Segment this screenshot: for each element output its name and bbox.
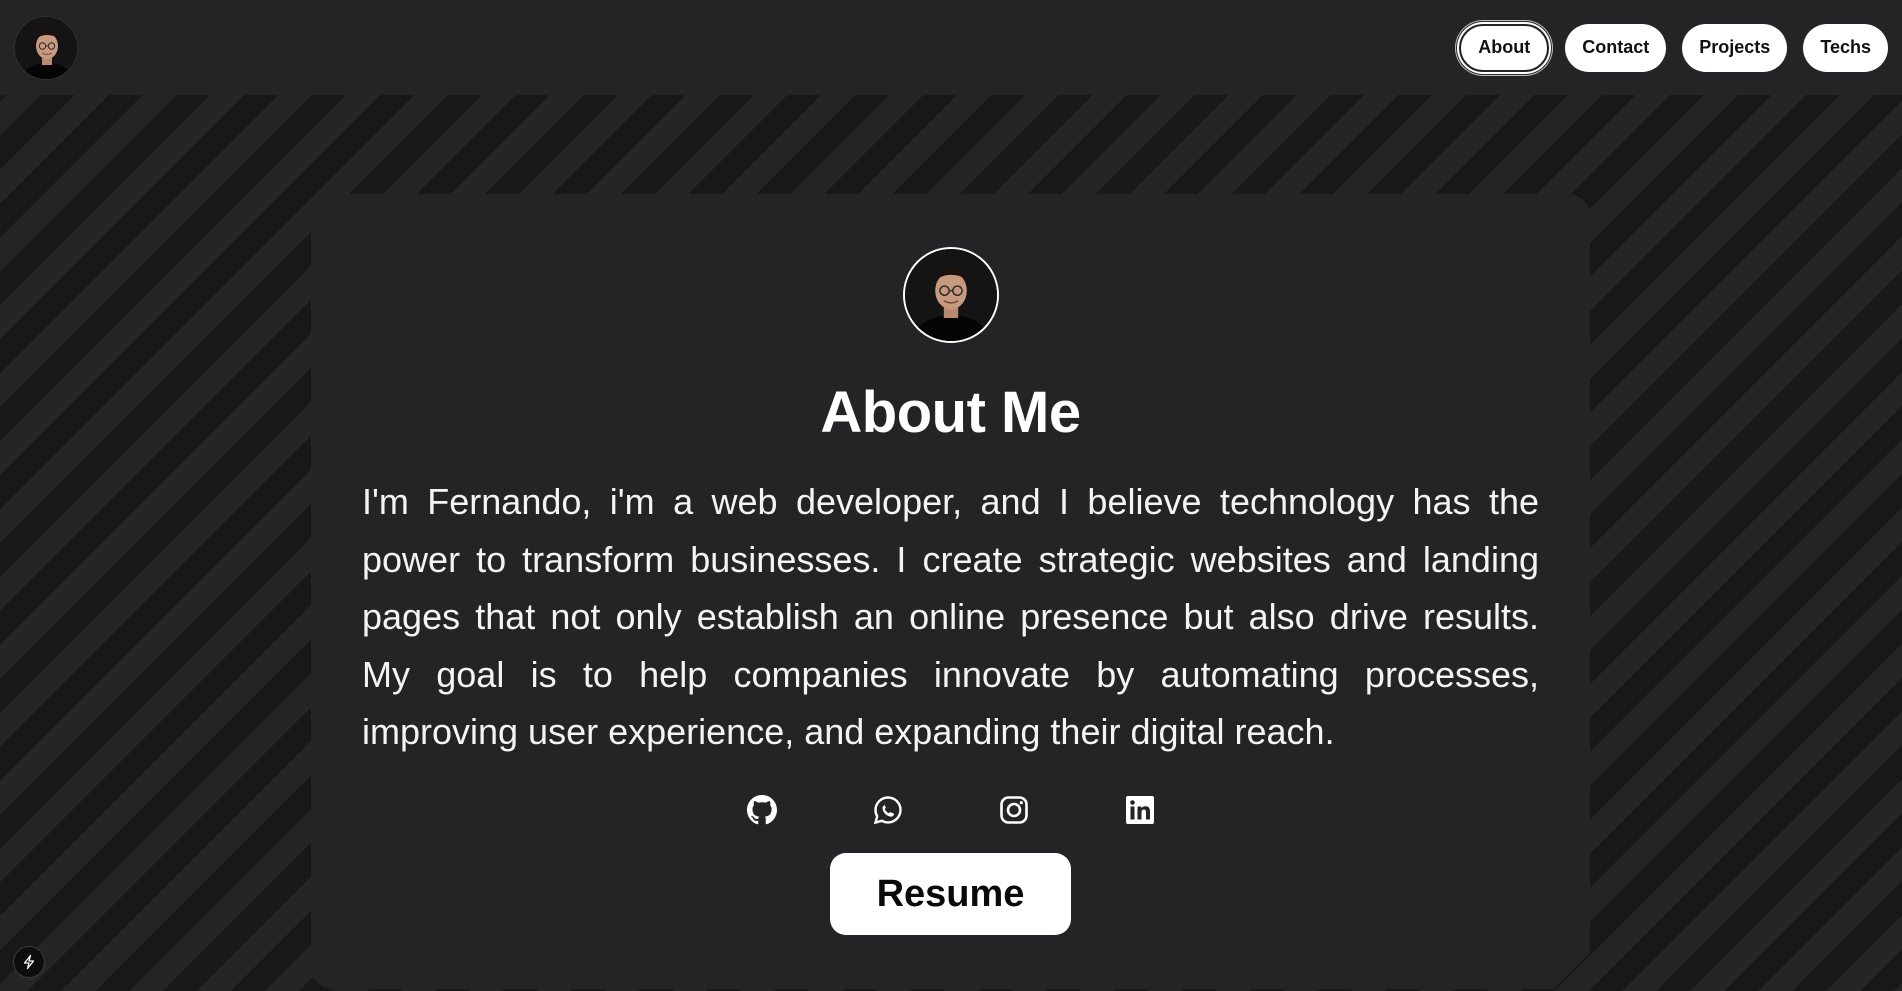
social-links (311, 794, 1590, 826)
header-avatar[interactable] (14, 15, 78, 80)
profile-avatar (903, 247, 999, 343)
page-title: About Me (820, 380, 1081, 445)
bio-text: I'm Fernando, i'm a web developer, and I… (362, 481, 1539, 752)
linkedin-icon (1124, 794, 1156, 826)
linkedin-link[interactable] (1124, 794, 1156, 826)
about-card: About Me I'm Fernando, i'm a web develop… (311, 194, 1590, 989)
whatsapp-icon (872, 794, 904, 826)
dev-tools-badge[interactable] (13, 946, 45, 978)
resume-button[interactable]: Resume (830, 853, 1071, 935)
nav-contact-button[interactable]: Contact (1565, 23, 1667, 72)
whatsapp-link[interactable] (872, 794, 904, 826)
github-icon (747, 795, 777, 825)
profile-photo-icon (905, 249, 997, 341)
profile-photo-icon (15, 16, 77, 79)
top-navbar: About Contact Projects Techs (0, 0, 1902, 95)
nav-about-button[interactable]: About (1459, 23, 1550, 72)
lightning-icon (23, 954, 35, 970)
github-link[interactable] (746, 794, 778, 826)
nav-projects-button[interactable]: Projects (1682, 23, 1788, 72)
main-nav: About Contact Projects Techs (1459, 23, 1888, 72)
instagram-link[interactable] (998, 794, 1030, 826)
instagram-icon (998, 794, 1030, 826)
nav-techs-button[interactable]: Techs (1803, 23, 1888, 72)
